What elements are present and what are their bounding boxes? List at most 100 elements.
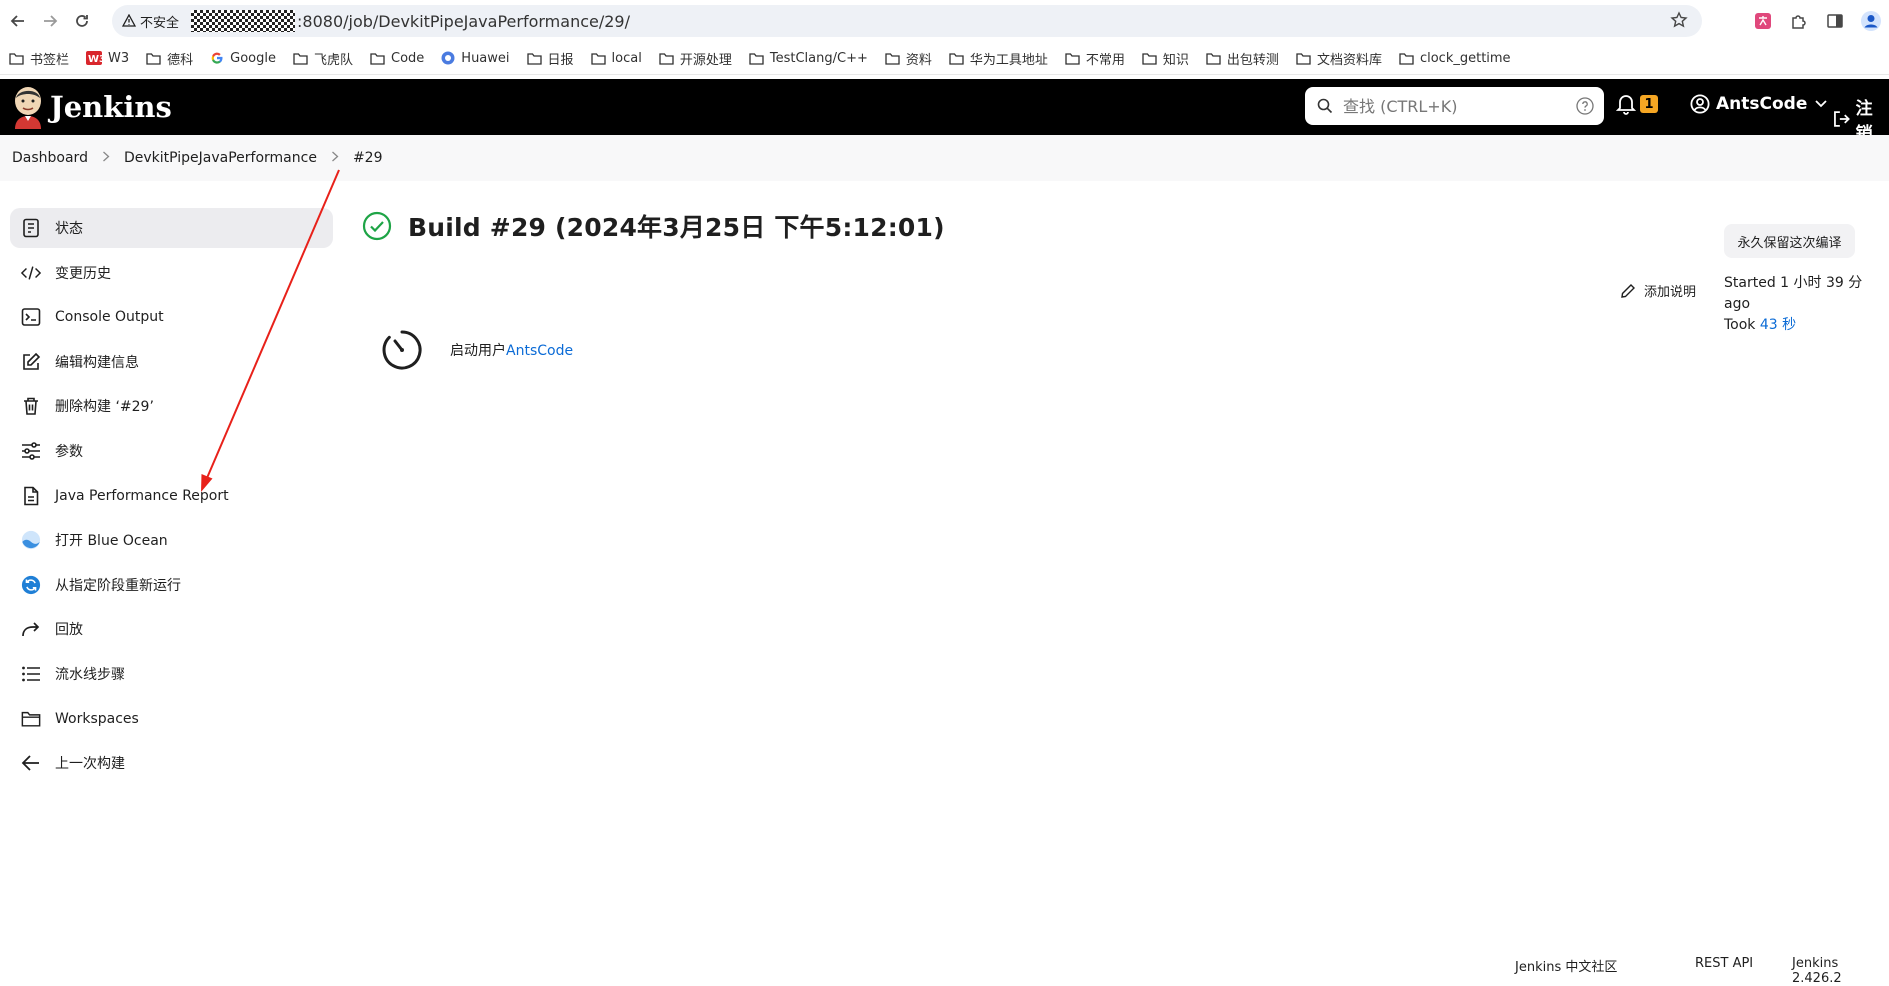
bookmark-item[interactable]: TestClang/C++ <box>749 51 868 66</box>
add-description-button[interactable]: 添加说明 <box>1620 281 1696 300</box>
bookmark-item[interactable]: 开源处理 <box>659 49 732 68</box>
sidebar-item-previous-build[interactable]: 上一次构建 <box>10 743 333 783</box>
bookmark-item[interactable]: Google <box>210 51 276 66</box>
bookmark-item[interactable]: 不常用 <box>1065 49 1125 68</box>
sliders-icon <box>21 441 41 461</box>
forward-button[interactable] <box>36 7 64 35</box>
jenkins-logo-text: Jenkins <box>50 90 172 124</box>
sidebar-item-parameters[interactable]: 参数 <box>10 431 333 471</box>
w3-icon: W3 <box>86 51 103 65</box>
breadcrumb-job[interactable]: DevkitPipeJavaPerformance <box>124 150 317 166</box>
footer-version[interactable]: Jenkins 2.426.2 <box>1792 956 1889 986</box>
sidebar-item-label: Java Performance Report <box>55 487 229 504</box>
notifications-button[interactable]: 1 <box>1616 93 1658 115</box>
bookmark-item[interactable]: Code <box>370 51 424 66</box>
status-doc-icon <box>21 218 41 238</box>
page-title: Build #29 (2024年3月25日 下午5:12:01) <box>408 213 945 242</box>
bookmarks-bar: 书签栏 W3 W3 德科 Google 飞虎队 Code Huawei 日报 lo… <box>0 42 1889 75</box>
bookmark-item[interactable]: 资料 <box>885 49 932 68</box>
bookmark-star-icon[interactable] <box>1670 11 1688 33</box>
footer-rest-api-link[interactable]: REST API <box>1695 956 1753 971</box>
bookmark-label: 日报 <box>547 52 574 68</box>
bookmark-item[interactable]: 知识 <box>1142 49 1189 68</box>
chevron-down-icon <box>1815 97 1827 111</box>
reload-button[interactable] <box>68 7 96 35</box>
sidebar-item-console-output[interactable]: Console Output <box>10 297 333 337</box>
bookmark-label: Google <box>230 50 276 66</box>
breadcrumb-dashboard[interactable]: Dashboard <box>12 150 88 166</box>
folder-icon <box>146 52 161 65</box>
bookmark-item[interactable]: 书签栏 <box>9 49 69 68</box>
address-bar[interactable]: 不安全 :8080/job/DevkitPipeJavaPerformance/… <box>112 5 1702 37</box>
extensions-puzzle-icon[interactable] <box>1781 5 1817 37</box>
bookmark-item[interactable]: clock_gettime <box>1399 51 1511 66</box>
build-header: Build #29 (2024年3月25日 下午5:12:01) <box>362 208 945 244</box>
url-text[interactable]: :8080/job/DevkitPipeJavaPerformance/29/ <box>297 12 630 31</box>
sidebar: 状态 变更历史 Console Output 编辑构建信息 删除构建 ‘#29’… <box>10 208 333 788</box>
bookmark-item[interactable]: 飞虎队 <box>293 49 353 68</box>
bookmark-item[interactable]: Huawei <box>441 51 510 66</box>
sidepanel-icon[interactable] <box>1817 5 1853 37</box>
bookmark-label: 文档资料库 <box>1316 52 1382 68</box>
jenkins-header: Jenkins 1 AntsCode 注销 <box>0 79 1889 144</box>
sidebar-item-delete-build[interactable]: 删除构建 ‘#29’ <box>10 386 333 426</box>
sidebar-item-restart-from-stage[interactable]: 从指定阶段重新运行 <box>10 565 333 605</box>
sidebar-item-edit-build-info[interactable]: 编辑构建信息 <box>10 342 333 382</box>
bookmark-label: 华为工具地址 <box>969 52 1048 68</box>
footer-community-link[interactable]: Jenkins 中文社区 <box>1515 956 1617 975</box>
sidebar-item-blue-ocean[interactable]: 打开 Blue Ocean <box>10 520 333 560</box>
sidebar-item-label: 变更历史 <box>55 265 111 282</box>
bookmark-label: Code <box>391 50 425 66</box>
folder-icon <box>659 52 674 65</box>
notification-badge: 1 <box>1640 95 1658 113</box>
bookmark-item[interactable]: local <box>590 51 642 66</box>
arrow-right-icon <box>44 15 58 27</box>
sidebar-item-workspaces[interactable]: Workspaces <box>10 699 333 739</box>
sidebar-item-java-performance-report[interactable]: Java Performance Report <box>10 476 333 516</box>
back-button[interactable] <box>4 7 32 35</box>
breadcrumb: Dashboard DevkitPipeJavaPerformance #29 <box>0 135 1889 181</box>
bookmark-label: 知识 <box>1162 52 1189 68</box>
jenkins-logo[interactable]: Jenkins <box>12 85 172 129</box>
cause-user-link[interactable]: AntsCode <box>506 343 573 359</box>
search-box[interactable] <box>1305 87 1604 125</box>
bookmark-item[interactable]: 文档资料库 <box>1296 49 1382 68</box>
profile-avatar-icon[interactable] <box>1853 5 1889 37</box>
bookmark-item[interactable]: 德科 <box>146 49 193 68</box>
bookmark-item[interactable]: 华为工具地址 <box>949 49 1048 68</box>
sidebar-item-label: 流水线步骤 <box>55 666 125 683</box>
bookmark-item[interactable]: 日报 <box>526 49 574 68</box>
bookmark-item[interactable]: W3 W3 <box>86 51 129 66</box>
started-text: Started 1 小时 39 分 ago <box>1724 275 1863 312</box>
search-input[interactable] <box>1341 95 1565 117</box>
breadcrumb-build[interactable]: #29 <box>353 150 383 166</box>
cause-text: 启动用户AntsCode <box>450 340 573 360</box>
timer-icon <box>382 330 422 370</box>
bookmark-label: 德科 <box>167 52 194 68</box>
chevron-right-icon <box>331 151 339 166</box>
sidebar-item-label: 回放 <box>55 622 83 639</box>
success-check-icon <box>362 211 392 241</box>
bookmark-label: clock_gettime <box>1419 50 1511 66</box>
redacted-host <box>191 10 296 32</box>
blue-ocean-icon <box>21 530 41 550</box>
duration-link[interactable]: 43 秒 <box>1760 317 1796 333</box>
sidebar-item-changes[interactable]: 变更历史 <box>10 253 333 293</box>
keep-forever-button[interactable]: 永久保留这次编译 <box>1724 224 1855 258</box>
sidebar-item-pipeline-steps[interactable]: 流水线步骤 <box>10 654 333 694</box>
sidebar-item-replay[interactable]: 回放 <box>10 609 333 649</box>
svg-text:W3: W3 <box>88 54 102 65</box>
sidebar-item-status[interactable]: 状态 <box>10 208 333 248</box>
chevron-right-icon <box>102 151 110 166</box>
help-icon[interactable] <box>1576 97 1594 119</box>
bookmark-label: TestClang/C++ <box>769 50 868 66</box>
translate-extension-icon[interactable] <box>1745 5 1781 37</box>
bookmark-item[interactable]: 出包转测 <box>1206 49 1279 68</box>
bookmark-label: 出包转测 <box>1226 52 1279 68</box>
user-menu[interactable]: AntsCode <box>1690 94 1827 114</box>
security-warning[interactable]: 不安全 <box>122 12 179 31</box>
arrow-left-icon <box>21 753 41 773</box>
reload-icon <box>76 15 88 27</box>
sidebar-item-label: 删除构建 ‘#29’ <box>55 399 154 416</box>
bell-icon <box>1616 95 1636 115</box>
